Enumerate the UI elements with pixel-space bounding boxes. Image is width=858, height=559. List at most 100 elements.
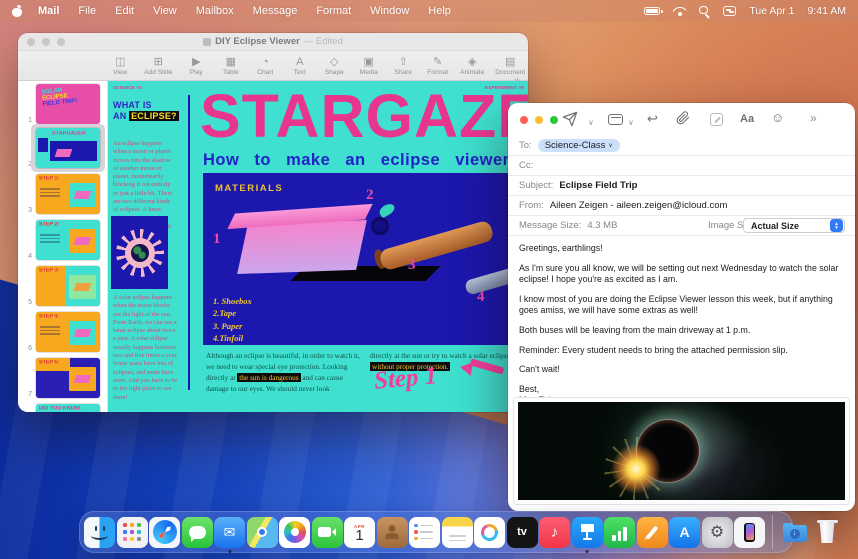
slide-thumbnail-4[interactable]: STEP 2: xyxy=(36,220,100,260)
slide-subtitle[interactable]: How to make an eclipse viewer! xyxy=(203,151,516,170)
dock-facetime[interactable] xyxy=(312,517,343,548)
toolbar-shape-button[interactable]: ◇Shape xyxy=(320,56,348,76)
format-button[interactable]: Aa xyxy=(740,112,754,126)
dock-calendar[interactable]: APR1 xyxy=(344,517,375,548)
dock-keynote[interactable] xyxy=(572,517,603,548)
body-paragraph: Reminder: Every student needs to bring t… xyxy=(519,345,845,357)
menu-item-message[interactable]: Message xyxy=(253,5,298,17)
token-chevron-icon: ∨ xyxy=(608,142,612,149)
zoom-button[interactable] xyxy=(550,116,558,124)
dock-downloads[interactable]: ↓ xyxy=(779,517,810,548)
search-icon[interactable] xyxy=(699,6,710,17)
menu-bar-time[interactable]: 9:41 AM xyxy=(807,5,846,17)
menu-item-window[interactable]: Window xyxy=(370,5,409,17)
dock-photos[interactable] xyxy=(279,517,310,548)
slide-thumbnail-2-selected[interactable]: STARGAZER xyxy=(36,128,100,168)
dock-settings[interactable]: ⚙ xyxy=(702,517,733,548)
undo-icon[interactable]: ↩ xyxy=(647,112,658,126)
dock-contacts[interactable] xyxy=(377,517,408,548)
slide-thumbnail-6[interactable]: STEP 4: xyxy=(36,312,100,352)
toolbar-chart-button[interactable]: ◔Chart xyxy=(251,56,279,76)
menu-item-view[interactable]: View xyxy=(153,5,177,17)
send-icon[interactable] xyxy=(562,111,578,130)
slide-canvas[interactable]: SCIENCE #3 EXPERIMENT #9 WHAT IS AN ECLI… xyxy=(108,81,528,412)
toolbar-table-button[interactable]: ▦Table xyxy=(217,56,245,76)
science-tag[interactable]: SCIENCE #3 xyxy=(113,86,142,91)
warning-text-left[interactable]: Although an eclipse is beautiful, in ord… xyxy=(206,351,361,395)
to-field[interactable]: To: Science-Class ∨ xyxy=(508,136,855,156)
wifi-icon[interactable] xyxy=(673,6,686,16)
dock-safari[interactable] xyxy=(149,517,180,548)
add-slide-icon: ⊞ xyxy=(154,56,163,68)
menu-item-file[interactable]: File xyxy=(78,5,96,17)
minimize-button[interactable] xyxy=(42,38,50,46)
dock-messages[interactable] xyxy=(182,517,213,548)
eclipse-attachment[interactable] xyxy=(513,397,850,505)
dock-launchpad[interactable] xyxy=(117,517,148,548)
what-is-heading[interactable]: WHAT IS AN ECLIPSE? xyxy=(113,100,179,122)
menu-bar-date[interactable]: Tue Apr 1 xyxy=(749,5,794,17)
dock-reminders[interactable] xyxy=(409,517,440,548)
dock-pages[interactable] xyxy=(637,517,668,548)
slide-thumbnail-3[interactable]: STEP 1: xyxy=(36,174,100,214)
step-1-annotation[interactable]: Step 1 xyxy=(373,362,438,395)
dock-freeform[interactable] xyxy=(474,517,505,548)
markup-icon[interactable] xyxy=(710,113,723,129)
toolbar-format-button[interactable]: ✎Format xyxy=(423,56,451,76)
from-field[interactable]: From: Aileen Zeigen - aileen.zeigen@iclo… xyxy=(508,196,855,216)
slide-thumbnail-8[interactable]: DID YOU KNOW xyxy=(36,404,100,412)
menu-item-help[interactable]: Help xyxy=(428,5,451,17)
header-fields-chevron-icon[interactable]: ∨ xyxy=(628,116,634,130)
dock-appletv[interactable]: tv xyxy=(507,517,538,548)
close-button[interactable] xyxy=(27,38,35,46)
dock-mail[interactable]: ✉ xyxy=(214,517,245,548)
mail-traffic-lights xyxy=(520,116,558,124)
image-size-select[interactable]: Actual Size ▲▼ xyxy=(743,218,845,233)
toolbar-overflow-chevron[interactable]: » xyxy=(810,111,817,125)
cc-field[interactable]: Cc: xyxy=(508,156,855,176)
menu-item-mailbox[interactable]: Mailbox xyxy=(196,5,234,17)
materials-panel[interactable]: MATERIALS 1 2 3 4 1. Shoebox 2.Tape 3. P… xyxy=(203,173,528,345)
subject-field[interactable]: Subject: Eclipse Field Trip xyxy=(508,176,855,196)
dock-notes[interactable] xyxy=(442,517,473,548)
keynote-titlebar[interactable]: DIY Eclipse Viewer — Edited xyxy=(18,33,528,51)
dock-finder[interactable] xyxy=(84,517,115,548)
battery-icon[interactable] xyxy=(644,7,660,15)
zoom-button[interactable] xyxy=(57,38,65,46)
menu-item-format[interactable]: Format xyxy=(316,5,351,17)
header-fields-icon[interactable] xyxy=(608,114,623,128)
body-paragraph: I know most of you are doing the Eclipse… xyxy=(519,294,845,317)
message-body[interactable]: Greetings, earthlings! As I'm sure you a… xyxy=(519,243,845,407)
eclipse-paragraph-2[interactable]: A solar eclipse happens when the moon bl… xyxy=(113,294,178,402)
slide-thumbnail-7[interactable]: STEP 5: xyxy=(36,358,100,398)
sun-illustration[interactable] xyxy=(111,216,168,289)
dock-maps[interactable] xyxy=(247,517,278,548)
dock-numbers[interactable] xyxy=(604,517,635,548)
toolbar-document-button[interactable]: ▤Document xyxy=(492,56,528,76)
apple-menu-icon[interactable] xyxy=(12,5,22,17)
earth-icon xyxy=(131,244,149,262)
dock-trash[interactable] xyxy=(812,517,843,548)
toolbar-share-button[interactable]: ⇧Share xyxy=(389,56,417,76)
close-button[interactable] xyxy=(520,116,528,124)
dock-iphone-mirroring[interactable] xyxy=(734,517,765,548)
toolbar-text-button[interactable]: AText xyxy=(286,56,314,76)
slide-thumbnail-5[interactable]: STEP 3: xyxy=(36,266,100,306)
toolbar-add-slide-button[interactable]: ⊞Add Slide xyxy=(140,56,176,76)
toolbar-media-button[interactable]: ▣Media xyxy=(355,56,383,76)
menu-item-mail[interactable]: Mail xyxy=(38,5,59,17)
send-options-chevron-icon[interactable]: ∨ xyxy=(588,116,594,130)
toolbar-view-button[interactable]: ◫View xyxy=(106,56,134,76)
stargazer-title[interactable]: STARGAZER xyxy=(200,81,528,151)
menu-item-edit[interactable]: Edit xyxy=(115,5,134,17)
slide-thumbnail-1[interactable]: SOLAR ECLIPSE FIELD TRIP! xyxy=(36,84,100,124)
toolbar-animate-button[interactable]: ◈Animate xyxy=(458,56,486,76)
minimize-button[interactable] xyxy=(535,116,543,124)
recipient-token[interactable]: Science-Class ∨ xyxy=(538,139,620,152)
dock-music[interactable]: ♪ xyxy=(539,517,570,548)
attach-icon[interactable] xyxy=(676,111,690,128)
toolbar-play-button[interactable]: ▶Play xyxy=(182,56,210,76)
control-center-icon[interactable] xyxy=(723,6,736,16)
dock-appstore[interactable]: A xyxy=(669,517,700,548)
emoji-icon[interactable]: ☺ xyxy=(771,111,784,125)
